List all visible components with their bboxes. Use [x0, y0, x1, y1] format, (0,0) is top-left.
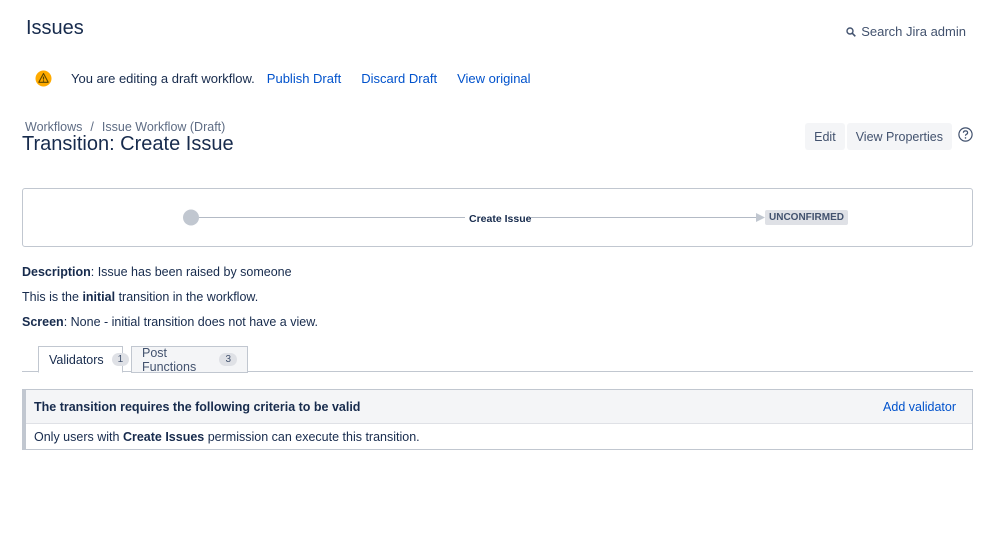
initial-line: This is the initial transition in the wo… [22, 290, 258, 304]
validator-text-suffix: permission can execute this transition. [207, 430, 420, 444]
validator-panel-header: The transition requires the following cr… [26, 390, 972, 424]
help-icon[interactable] [958, 127, 973, 142]
initial-word: initial [82, 290, 116, 304]
validator-row: Only users with Create Issues permission… [26, 424, 972, 450]
breadcrumb: Workflows / Issue Workflow (Draft) [25, 120, 225, 134]
tab-validators[interactable]: Validators 1 [38, 346, 130, 373]
criteria-title: The transition requires the following cr… [34, 399, 361, 414]
transition-arrowhead [756, 213, 765, 222]
transition-title: Transition: Create Issue [22, 133, 234, 155]
add-validator-link[interactable]: Add validator [883, 400, 956, 414]
screen-value: : None - initial transition does not hav… [63, 315, 319, 329]
search-jira-admin[interactable]: Search Jira admin [846, 24, 966, 39]
draft-message: You are editing a draft workflow. [71, 71, 255, 86]
validator-permission: Create Issues [122, 430, 205, 444]
breadcrumb-separator: / [90, 120, 94, 134]
validator-panel: The transition requires the following cr… [22, 389, 973, 450]
warning-icon [35, 70, 52, 87]
search-icon [846, 26, 857, 37]
breadcrumb-current[interactable]: Issue Workflow (Draft) [102, 120, 225, 134]
discard-draft-link[interactable]: Discard Draft [361, 71, 437, 86]
initial-node [183, 209, 199, 226]
screen-line: Screen: None - initial transition does n… [22, 315, 318, 329]
page-title: Issues [26, 17, 84, 39]
tab-validators-count: 1 [111, 353, 130, 366]
description-value: : Issue has been raised by someone [90, 265, 292, 279]
search-label: Search Jira admin [861, 24, 966, 39]
breadcrumb-workflows[interactable]: Workflows [25, 120, 82, 134]
view-properties-button[interactable]: View Properties [846, 123, 952, 150]
header-actions: Edit View Properties [805, 123, 952, 150]
draft-workflow-banner: You are editing a draft workflow. Publis… [35, 70, 551, 87]
initial-suffix: transition in the workflow. [115, 290, 259, 304]
target-status-lozenge: UNCONFIRMED [765, 210, 848, 225]
description-line: Description: Issue has been raised by so… [22, 265, 292, 279]
tab-post-functions-count: 3 [219, 353, 237, 366]
tab-validators-label: Validators [49, 352, 104, 367]
screen-label: Screen [22, 315, 64, 329]
transition-diagram: Create Issue UNCONFIRMED [22, 188, 973, 247]
edit-button[interactable]: Edit [805, 123, 845, 150]
initial-prefix: This is the [22, 290, 83, 304]
publish-draft-link[interactable]: Publish Draft [267, 71, 341, 86]
transition-label: Create Issue [469, 213, 532, 225]
tab-bar: Validators 1 Post Functions 3 [22, 345, 973, 374]
tab-post-functions[interactable]: Post Functions 3 [131, 345, 248, 374]
validator-text-prefix: Only users with [34, 430, 120, 444]
description-label: Description [22, 265, 91, 279]
tab-post-functions-label: Post Functions [142, 345, 197, 374]
view-original-link[interactable]: View original [457, 71, 530, 86]
